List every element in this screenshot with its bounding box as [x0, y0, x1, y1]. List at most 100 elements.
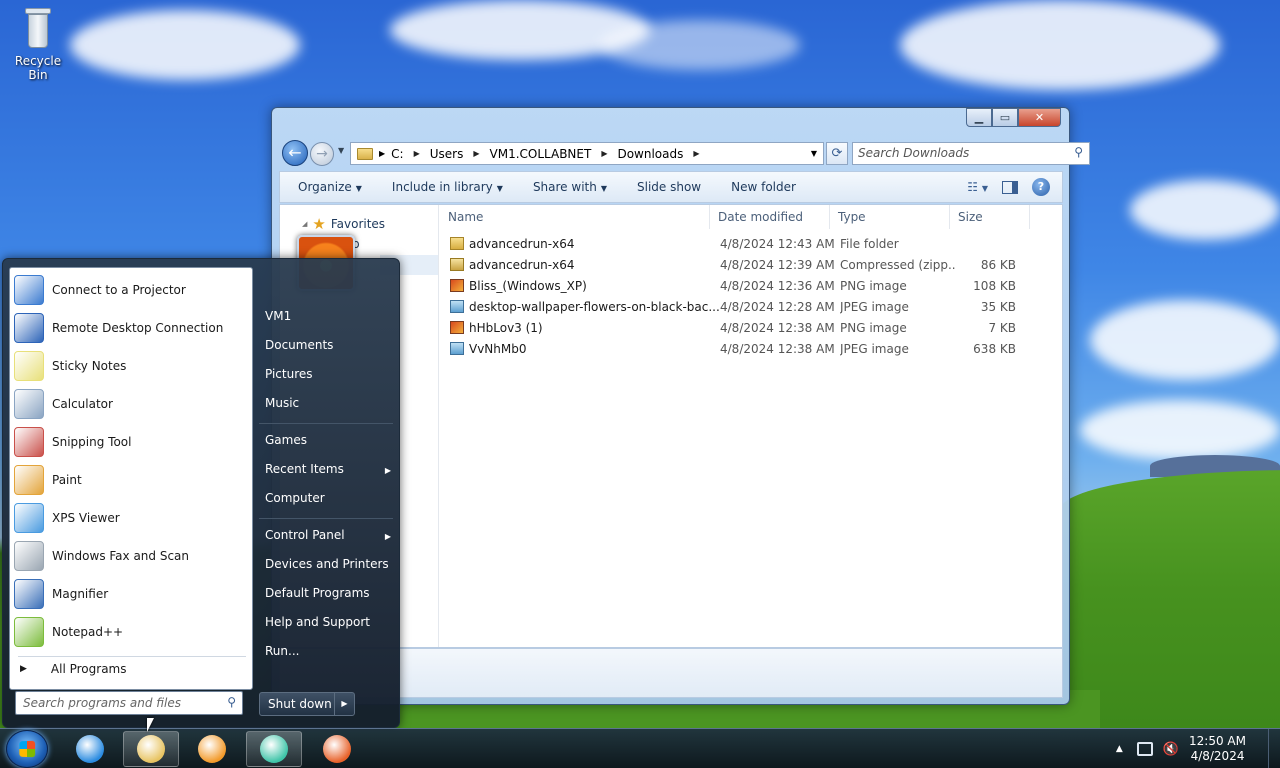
preview-pane-icon[interactable] — [1002, 180, 1018, 194]
breadcrumb-vm1[interactable]: VM1.COLLABNET ▶ — [490, 147, 618, 161]
file-date: 4/8/2024 12:39 AM — [720, 257, 835, 272]
start-program-item[interactable]: Snipping Tool — [14, 424, 250, 460]
all-programs-button[interactable]: ▶ All Programs — [20, 662, 127, 676]
show-desktop-button[interactable] — [1268, 729, 1280, 768]
view-options-icon[interactable]: ☷ ▼ — [967, 180, 988, 194]
start-item-pictures[interactable]: Pictures — [265, 367, 313, 381]
taskbar-button[interactable] — [246, 731, 302, 767]
file-size: 638 KB — [973, 341, 1016, 356]
maximize-button[interactable]: ▭ — [992, 108, 1018, 127]
start-button[interactable] — [6, 730, 48, 768]
help-icon[interactable]: ? — [1032, 178, 1050, 196]
file-row[interactable]: Bliss_(Windows_XP) 4/8/2024 12:36 AM PNG i… — [450, 275, 1052, 296]
submenu-arrow-icon: ▶ — [384, 466, 391, 475]
file-row[interactable]: desktop-wallpaper-flowers-on-black-bac..… — [450, 296, 1052, 317]
start-item-music[interactable]: Music — [265, 396, 299, 410]
start-item-default-programs[interactable]: Default Programs — [265, 586, 370, 600]
search-icon: ⚲ — [1074, 145, 1083, 159]
clock[interactable]: 12:50 AM 4/8/2024 — [1189, 734, 1246, 764]
command-bar: Organize ▼ Include in library ▼ Share with… — [279, 171, 1063, 203]
shut-down-button[interactable]: Shut down ▶ — [259, 692, 355, 716]
volume-muted-icon[interactable]: 🔇 — [1163, 742, 1179, 757]
projector-icon — [14, 275, 44, 305]
taskbar-button[interactable] — [184, 731, 240, 767]
start-item-recent-items[interactable]: Recent Items — [265, 462, 395, 476]
back-button[interactable]: ← — [282, 140, 308, 166]
start-program-item[interactable]: Calculator — [14, 386, 250, 422]
breadcrumb-c[interactable]: C: ▶ — [391, 147, 430, 161]
system-tray: ▲ 🔇 12:50 AM 4/8/2024 — [1116, 729, 1280, 768]
taskbar-button[interactable] — [62, 731, 118, 767]
file-row[interactable]: hHbLov3 (1) 4/8/2024 12:38 AM PNG image 7 K… — [450, 317, 1052, 338]
file-type: JPEG image — [840, 341, 909, 356]
navigation-bar: ← → ▼ ▶ C: ▶ Users ▶ VM1.COLLABNET ▶ Downlo… — [280, 138, 1090, 168]
close-button[interactable]: ✕ — [1018, 108, 1061, 127]
recent-pages-dropdown[interactable]: ▼ — [338, 146, 344, 155]
slide-show-button[interactable]: Slide show — [637, 180, 701, 194]
file-row[interactable]: advancedrun-x64 4/8/2024 12:43 AM File fol… — [450, 233, 1052, 254]
search-input[interactable]: Search Downloads ⚲ — [852, 142, 1090, 165]
start-program-item[interactable]: Connect to a Projector — [14, 272, 250, 308]
column-type[interactable]: Type — [830, 205, 950, 229]
start-program-item[interactable]: Paint — [14, 462, 250, 498]
file-type: File folder — [840, 236, 899, 251]
organize-button[interactable]: Organize ▼ — [298, 180, 362, 194]
start-search-input[interactable]: Search programs and files ⚲ — [15, 691, 243, 715]
start-program-item[interactable]: Notepad++ — [14, 614, 250, 650]
column-size[interactable]: Size — [950, 205, 1030, 229]
start-program-item[interactable]: Windows Fax and Scan — [14, 538, 250, 574]
column-name[interactable]: Name — [440, 205, 710, 229]
column-date-modified[interactable]: Date modified — [710, 205, 830, 229]
breadcrumb-downloads[interactable]: Downloads ▶ — [617, 147, 709, 161]
desktop-icon-recycle-bin[interactable]: Recycle Bin — [4, 6, 72, 82]
program-label: XPS Viewer — [52, 511, 120, 525]
file-type: PNG image — [840, 278, 907, 293]
paint-icon — [14, 465, 44, 495]
start-item-documents[interactable]: Documents — [265, 338, 333, 352]
start-item-run[interactable]: Run... — [265, 644, 299, 658]
file-size: 86 KB — [980, 257, 1016, 272]
shut-down-options-button[interactable]: ▶ — [334, 693, 354, 715]
show-hidden-icons-icon[interactable]: ▲ — [1116, 744, 1123, 754]
star-icon: ★ — [312, 215, 326, 233]
taskbar: ▲ 🔇 12:50 AM 4/8/2024 — [0, 728, 1280, 768]
start-item-devices-printers[interactable]: Devices and Printers — [265, 557, 389, 571]
folder-icon — [357, 147, 373, 160]
file-date: 4/8/2024 12:28 AM — [720, 299, 835, 314]
start-item-control-panel[interactable]: Control Panel — [265, 528, 345, 542]
taskbar-button[interactable] — [123, 731, 179, 767]
start-item-computer[interactable]: Computer — [265, 491, 325, 505]
network-icon[interactable] — [1136, 742, 1153, 756]
start-item-games[interactable]: Games — [265, 433, 307, 447]
minimize-button[interactable]: ▁ — [966, 108, 992, 127]
start-program-item[interactable]: Remote Desktop Connection — [14, 310, 250, 346]
file-date: 4/8/2024 12:38 AM — [720, 341, 835, 356]
file-row[interactable]: advancedrun-x64 4/8/2024 12:39 AM Compress… — [450, 254, 1052, 275]
start-item-help-support[interactable]: Help and Support — [265, 615, 370, 629]
include-in-library-button[interactable]: Include in library ▼ — [392, 180, 503, 194]
file-name: Bliss_(Windows_XP) — [469, 278, 587, 293]
calculator-icon — [14, 389, 44, 419]
address-bar[interactable]: ▶ C: ▶ Users ▶ VM1.COLLABNET ▶ Downloads ▶ ▼ — [350, 142, 824, 165]
file-name: advancedrun-x64 — [469, 257, 575, 272]
file-date: 4/8/2024 12:43 AM — [720, 236, 835, 251]
forward-button[interactable]: → — [310, 142, 334, 166]
taskbar-button[interactable] — [309, 731, 365, 767]
start-program-item[interactable]: XPS Viewer — [14, 500, 250, 536]
nav-favorites[interactable]: ◢ ★ Favorites — [302, 215, 385, 233]
windows-explorer-icon — [137, 735, 165, 763]
file-date: 4/8/2024 12:36 AM — [720, 278, 835, 293]
share-with-button[interactable]: Share with ▼ — [533, 180, 607, 194]
new-folder-button[interactable]: New folder — [731, 180, 796, 194]
file-row[interactable]: VvNhMb0 4/8/2024 12:38 AM JPEG image 638 KB — [450, 338, 1052, 359]
address-dropdown-icon[interactable]: ▼ — [811, 149, 817, 158]
start-item-user[interactable]: VM1 — [265, 309, 291, 323]
file-date: 4/8/2024 12:38 AM — [720, 320, 835, 335]
breadcrumb-users[interactable]: Users ▶ — [430, 147, 490, 161]
start-program-item[interactable]: Sticky Notes — [14, 348, 250, 384]
file-size: 35 KB — [980, 299, 1016, 314]
file-type: PNG image — [840, 320, 907, 335]
refresh-button[interactable]: ⟳ — [826, 142, 848, 165]
start-program-item[interactable]: Magnifier — [14, 576, 250, 612]
file-name: VvNhMb0 — [469, 341, 527, 356]
